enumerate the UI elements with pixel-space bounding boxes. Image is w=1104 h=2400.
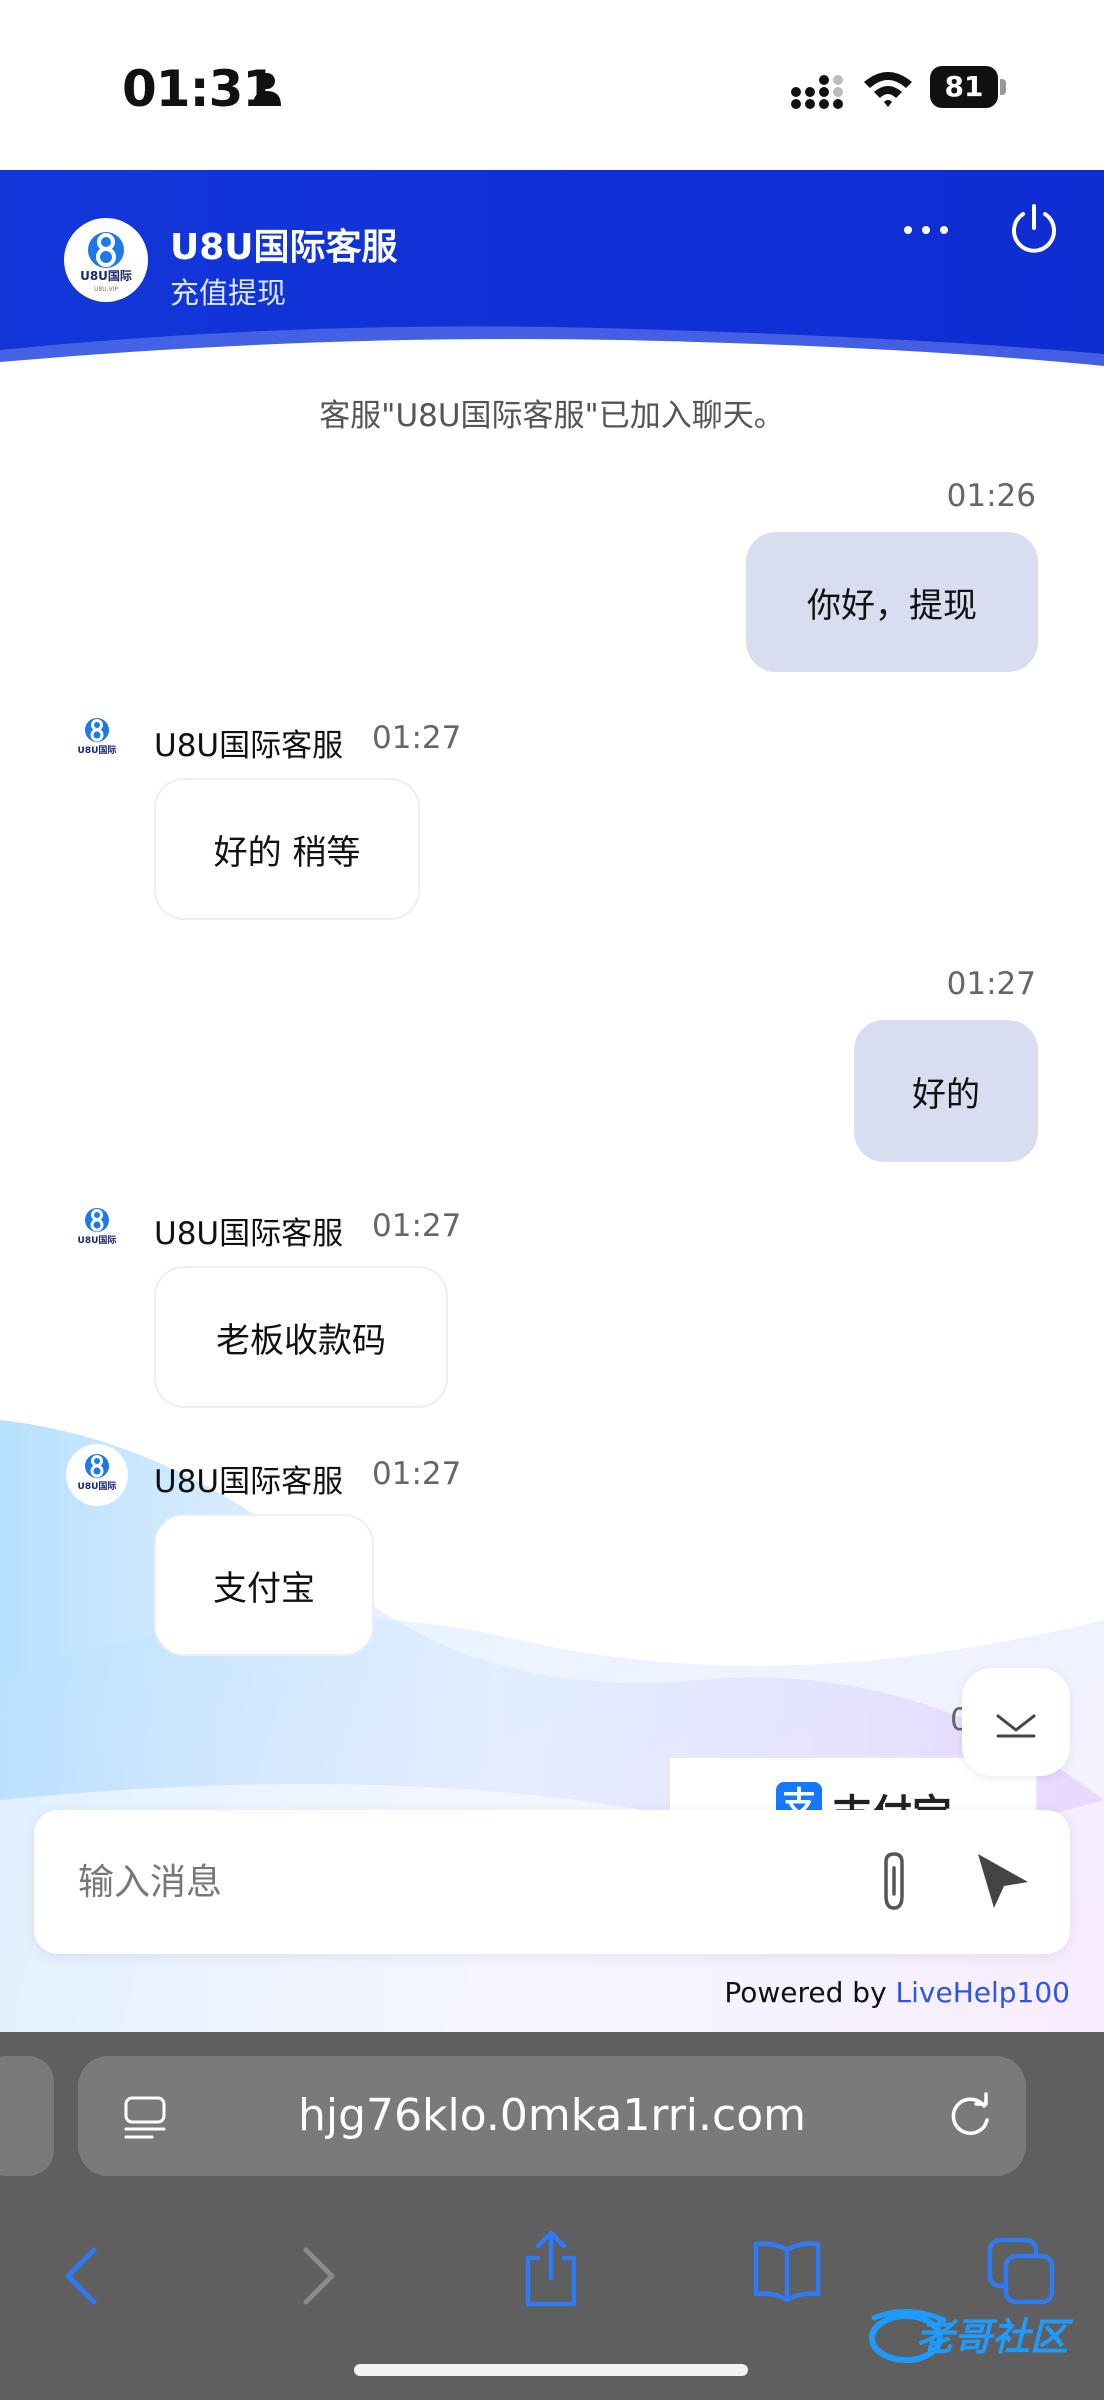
status-bar: 01:31 81 [0,0,1104,170]
agent-name: U8U国际客服 [154,1216,344,1252]
svg-text:U8U国际: U8U国际 [80,269,132,283]
message-time: 01:27 [372,720,462,756]
battery-cap [1000,79,1006,95]
u8u-logo-icon: U8U国际 [78,1454,117,1492]
battery-level: 81 [930,66,998,108]
svg-text:U8U国际: U8U国际 [78,1481,117,1492]
tabs-icon[interactable] [986,2236,1056,2304]
cellular-signal-icon [791,75,843,109]
address-bar[interactable]: hjg76klo.0mka1rri.com [78,2056,1026,2176]
wifi-icon [864,72,912,107]
agent-avatar: U8U国际 [66,708,128,770]
service-logo: U8U国际 U8U.VIP [64,218,148,302]
alipay-logo-icon: 支 [776,1782,822,1810]
message-time: 01:26 [946,478,1036,514]
svg-text:U8U国际: U8U国际 [78,1235,117,1246]
back-icon[interactable] [56,2244,108,2308]
watermark-logo: 老哥社区 [869,2308,1074,2363]
message-composer [34,1810,1070,1954]
person-icon [253,73,281,106]
user-message-bubble: 你好，提现 [746,532,1038,672]
agent-message-bubble: 好的 稍等 [154,778,420,920]
u8u-logo-icon: U8U国际 [78,1208,117,1246]
powered-by: Powered by LiveHelp100 [724,1976,1070,2009]
share-icon[interactable] [520,2228,582,2308]
u8u-logo-icon: U8U国际 [78,718,117,756]
agent-message-bubble: 支付宝 [154,1514,374,1656]
previous-tab-preview[interactable] [0,2056,54,2176]
bookmarks-icon[interactable] [752,2238,822,2302]
paperclip-icon[interactable] [866,1846,926,1916]
alipay-card-text: 支付宝 [832,1782,952,1810]
battery-indicator: 81 [930,66,1006,108]
send-icon[interactable] [970,1848,1034,1912]
svg-text:U8U国际: U8U国际 [78,745,117,756]
powered-by-prefix: Powered by [724,1976,896,2009]
svg-text:U8U.VIP: U8U.VIP [94,286,118,293]
agent-name: U8U国际客服 [154,1464,344,1500]
chat-subtitle: 充值提现 [170,276,287,310]
message-time: 01:27 [946,966,1036,1002]
message-time: 01:27 [372,1208,462,1244]
url-text: hjg76klo.0mka1rri.com [298,2090,806,2141]
system-message: 客服"U8U国际客服"已加入聊天。 [319,398,785,434]
agent-avatar: U8U国际 [66,1198,128,1260]
forward-icon[interactable] [292,2244,344,2308]
message-input[interactable] [78,1844,858,1920]
home-indicator[interactable] [354,2364,748,2376]
agent-avatar: U8U国际 [66,1444,128,1506]
power-icon[interactable] [1006,200,1062,256]
u8u-logo-icon: U8U国际 U8U.VIP [80,232,132,293]
chevron-down-icon [996,1714,1036,1738]
svg-text:老哥社区: 老哥社区 [916,2315,1074,2359]
livehelp-link[interactable]: LiveHelp100 [896,1976,1070,2009]
more-options-icon[interactable] [896,210,956,250]
chat-header: U8U国际 U8U.VIP U8U国际客服 充值提现 [0,170,1104,370]
agent-name: U8U国际客服 [154,728,344,764]
message-time: 01:27 [372,1456,462,1492]
chat-title: U8U国际客服 [170,227,398,268]
reload-icon[interactable] [944,2090,996,2142]
scroll-to-bottom-button[interactable] [962,1668,1070,1776]
header-wave-decoration [0,326,1104,370]
user-message-bubble: 好的 [854,1020,1038,1162]
agent-message-bubble: 老板收款码 [154,1266,448,1408]
